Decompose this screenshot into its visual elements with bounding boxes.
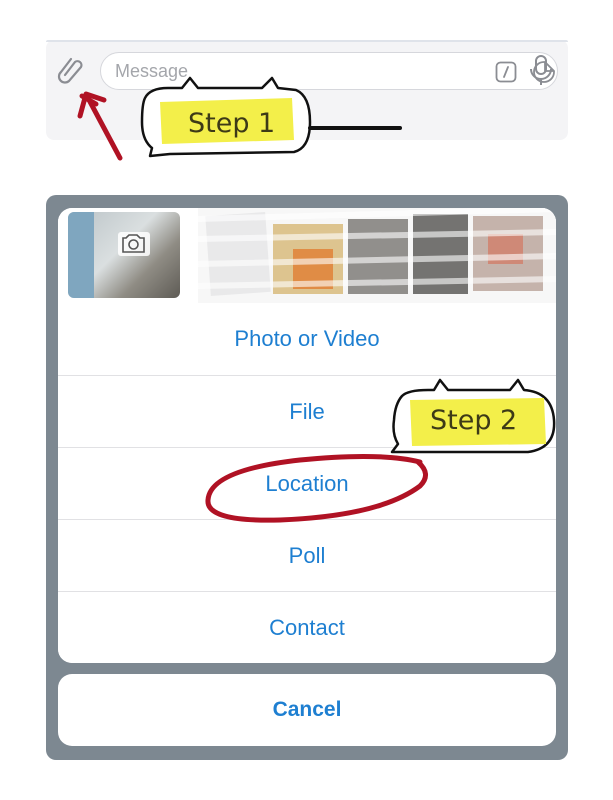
microphone-icon	[530, 55, 552, 85]
message-input[interactable]: Message	[100, 52, 558, 90]
message-placeholder: Message	[115, 61, 189, 81]
redacted-photo-thumbnails	[198, 208, 556, 304]
option-poll[interactable]: Poll	[58, 519, 556, 592]
microphone-button[interactable]	[528, 54, 554, 88]
option-contact[interactable]: Contact	[58, 591, 556, 663]
cancel-button[interactable]: Cancel	[58, 674, 556, 746]
camera-thumbnail[interactable]	[68, 212, 180, 298]
command-icon[interactable]	[495, 61, 517, 83]
divider	[46, 40, 568, 42]
attach-button[interactable]	[56, 54, 86, 84]
option-photo-or-video[interactable]: Photo or Video	[58, 303, 556, 375]
recent-photos-strip[interactable]	[58, 208, 556, 304]
step1-label: Step 1	[188, 108, 276, 139]
option-location[interactable]: Location	[58, 447, 556, 520]
message-input-bar: Message	[46, 40, 568, 140]
camera-icon	[118, 232, 150, 256]
paperclip-icon	[57, 57, 83, 84]
step2-label: Step 2	[430, 405, 518, 436]
